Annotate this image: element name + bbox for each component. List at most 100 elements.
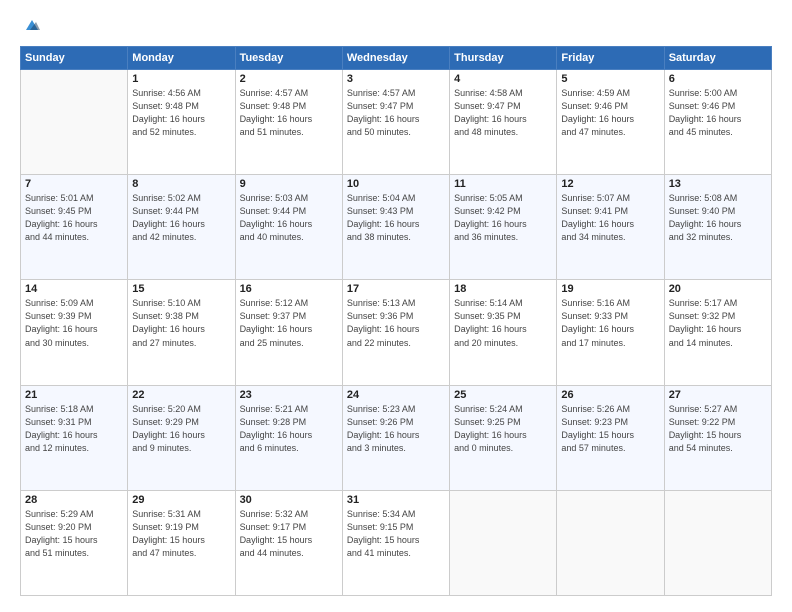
day-info: Sunrise: 5:21 AM Sunset: 9:28 PM Dayligh… (240, 403, 338, 455)
day-number: 11 (454, 178, 552, 190)
day-number: 31 (347, 494, 445, 506)
calendar-header-row: SundayMondayTuesdayWednesdayThursdayFrid… (21, 47, 772, 70)
calendar-cell: 1 Sunrise: 4:56 AM Sunset: 9:48 PM Daylig… (128, 70, 235, 175)
day-number: 13 (669, 178, 767, 190)
calendar-cell: 23 Sunrise: 5:21 AM Sunset: 9:28 PM Dayli… (235, 385, 342, 490)
calendar-cell: 4 Sunrise: 4:58 AM Sunset: 9:47 PM Daylig… (450, 70, 557, 175)
calendar-cell: 6 Sunrise: 5:00 AM Sunset: 9:46 PM Daylig… (664, 70, 771, 175)
day-info: Sunrise: 5:07 AM Sunset: 9:41 PM Dayligh… (561, 192, 659, 244)
day-number: 29 (132, 494, 230, 506)
calendar-cell: 7 Sunrise: 5:01 AM Sunset: 9:45 PM Daylig… (21, 175, 128, 280)
calendar-day-header: Thursday (450, 47, 557, 70)
calendar-cell: 21 Sunrise: 5:18 AM Sunset: 9:31 PM Dayli… (21, 385, 128, 490)
calendar-cell: 16 Sunrise: 5:12 AM Sunset: 9:37 PM Dayli… (235, 280, 342, 385)
calendar-day-header: Tuesday (235, 47, 342, 70)
day-number: 23 (240, 389, 338, 401)
calendar-cell: 3Sunrise: 4:57 AM Sunset: 9:47 PM Daylig… (342, 70, 449, 175)
day-info: Sunrise: 5:08 AM Sunset: 9:40 PM Dayligh… (669, 192, 767, 244)
day-number: 26 (561, 389, 659, 401)
day-number: 1 (132, 73, 230, 85)
day-number: 28 (25, 494, 123, 506)
logo (20, 16, 42, 36)
calendar-cell: 2 Sunrise: 4:57 AM Sunset: 9:48 PM Daylig… (235, 70, 342, 175)
day-number: 17 (347, 283, 445, 295)
calendar-cell: 17 Sunrise: 5:13 AM Sunset: 9:36 PM Dayli… (342, 280, 449, 385)
calendar-day-header: Monday (128, 47, 235, 70)
day-info: Sunrise: 5:05 AM Sunset: 9:42 PM Dayligh… (454, 192, 552, 244)
day-number: 22 (132, 389, 230, 401)
day-info: Sunrise: 5:34 AM Sunset: 9:15 PM Dayligh… (347, 508, 445, 560)
day-number: 19 (561, 283, 659, 295)
calendar-cell: 9 Sunrise: 5:03 AM Sunset: 9:44 PM Daylig… (235, 175, 342, 280)
calendar-cell (557, 490, 664, 595)
calendar-cell: 24Sunrise: 5:23 AM Sunset: 9:26 PM Dayli… (342, 385, 449, 490)
day-number: 9 (240, 178, 338, 190)
day-info: Sunrise: 5:29 AM Sunset: 9:20 PM Dayligh… (25, 508, 123, 560)
calendar-cell: 22 Sunrise: 5:20 AM Sunset: 9:29 PM Dayli… (128, 385, 235, 490)
day-info: Sunrise: 5:16 AM Sunset: 9:33 PM Dayligh… (561, 297, 659, 349)
day-info: Sunrise: 5:26 AM Sunset: 9:23 PM Dayligh… (561, 403, 659, 455)
day-info: Sunrise: 4:57 AM Sunset: 9:47 PM Dayligh… (347, 87, 445, 139)
calendar-week-row: 28 Sunrise: 5:29 AM Sunset: 9:20 PM Dayli… (21, 490, 772, 595)
day-info: Sunrise: 5:27 AM Sunset: 9:22 PM Dayligh… (669, 403, 767, 455)
day-info: Sunrise: 5:01 AM Sunset: 9:45 PM Dayligh… (25, 192, 123, 244)
day-number: 14 (25, 283, 123, 295)
day-info: Sunrise: 5:12 AM Sunset: 9:37 PM Dayligh… (240, 297, 338, 349)
calendar-cell: 10 Sunrise: 5:04 AM Sunset: 9:43 PM Dayli… (342, 175, 449, 280)
calendar-cell: 12 Sunrise: 5:07 AM Sunset: 9:41 PM Dayli… (557, 175, 664, 280)
calendar-table: SundayMondayTuesdayWednesdayThursdayFrid… (20, 46, 772, 596)
calendar-day-header: Friday (557, 47, 664, 70)
day-number: 16 (240, 283, 338, 295)
calendar-cell: 5Sunrise: 4:59 AM Sunset: 9:46 PM Daylig… (557, 70, 664, 175)
calendar-cell: 20 Sunrise: 5:17 AM Sunset: 9:32 PM Dayli… (664, 280, 771, 385)
day-number: 2 (240, 73, 338, 85)
day-info: Sunrise: 5:03 AM Sunset: 9:44 PM Dayligh… (240, 192, 338, 244)
calendar-cell: 25Sunrise: 5:24 AM Sunset: 9:25 PM Dayli… (450, 385, 557, 490)
day-number: 25 (454, 389, 552, 401)
day-number: 18 (454, 283, 552, 295)
calendar-cell (21, 70, 128, 175)
calendar-day-header: Saturday (664, 47, 771, 70)
day-number: 6 (669, 73, 767, 85)
day-number: 7 (25, 178, 123, 190)
day-info: Sunrise: 5:18 AM Sunset: 9:31 PM Dayligh… (25, 403, 123, 455)
calendar-day-header: Wednesday (342, 47, 449, 70)
calendar-cell: 18Sunrise: 5:14 AM Sunset: 9:35 PM Dayli… (450, 280, 557, 385)
day-info: Sunrise: 4:57 AM Sunset: 9:48 PM Dayligh… (240, 87, 338, 139)
day-number: 30 (240, 494, 338, 506)
day-number: 12 (561, 178, 659, 190)
day-info: Sunrise: 4:56 AM Sunset: 9:48 PM Dayligh… (132, 87, 230, 139)
day-info: Sunrise: 5:13 AM Sunset: 9:36 PM Dayligh… (347, 297, 445, 349)
day-number: 27 (669, 389, 767, 401)
calendar-cell: 30Sunrise: 5:32 AM Sunset: 9:17 PM Dayli… (235, 490, 342, 595)
day-number: 21 (25, 389, 123, 401)
calendar-cell: 11 Sunrise: 5:05 AM Sunset: 9:42 PM Dayli… (450, 175, 557, 280)
day-number: 10 (347, 178, 445, 190)
calendar-week-row: 14 Sunrise: 5:09 AM Sunset: 9:39 PM Dayli… (21, 280, 772, 385)
day-info: Sunrise: 5:17 AM Sunset: 9:32 PM Dayligh… (669, 297, 767, 349)
day-number: 5 (561, 73, 659, 85)
day-info: Sunrise: 5:02 AM Sunset: 9:44 PM Dayligh… (132, 192, 230, 244)
calendar-cell (664, 490, 771, 595)
day-info: Sunrise: 4:58 AM Sunset: 9:47 PM Dayligh… (454, 87, 552, 139)
calendar-cell: 27 Sunrise: 5:27 AM Sunset: 9:22 PM Dayli… (664, 385, 771, 490)
day-info: Sunrise: 5:20 AM Sunset: 9:29 PM Dayligh… (132, 403, 230, 455)
day-info: Sunrise: 5:00 AM Sunset: 9:46 PM Dayligh… (669, 87, 767, 139)
calendar-week-row: 21 Sunrise: 5:18 AM Sunset: 9:31 PM Dayli… (21, 385, 772, 490)
day-info: Sunrise: 5:10 AM Sunset: 9:38 PM Dayligh… (132, 297, 230, 349)
page: SundayMondayTuesdayWednesdayThursdayFrid… (0, 0, 792, 612)
calendar-week-row: 7 Sunrise: 5:01 AM Sunset: 9:45 PM Daylig… (21, 175, 772, 280)
day-number: 20 (669, 283, 767, 295)
day-info: Sunrise: 5:04 AM Sunset: 9:43 PM Dayligh… (347, 192, 445, 244)
logo-icon (22, 16, 42, 36)
calendar-week-row: 1 Sunrise: 4:56 AM Sunset: 9:48 PM Daylig… (21, 70, 772, 175)
day-number: 8 (132, 178, 230, 190)
calendar-cell: 19 Sunrise: 5:16 AM Sunset: 9:33 PM Dayli… (557, 280, 664, 385)
day-number: 15 (132, 283, 230, 295)
day-info: Sunrise: 5:23 AM Sunset: 9:26 PM Dayligh… (347, 403, 445, 455)
calendar-cell: 13 Sunrise: 5:08 AM Sunset: 9:40 PM Dayli… (664, 175, 771, 280)
day-info: Sunrise: 5:09 AM Sunset: 9:39 PM Dayligh… (25, 297, 123, 349)
day-number: 4 (454, 73, 552, 85)
calendar-cell: 26 Sunrise: 5:26 AM Sunset: 9:23 PM Dayli… (557, 385, 664, 490)
calendar-cell: 31 Sunrise: 5:34 AM Sunset: 9:15 PM Dayli… (342, 490, 449, 595)
